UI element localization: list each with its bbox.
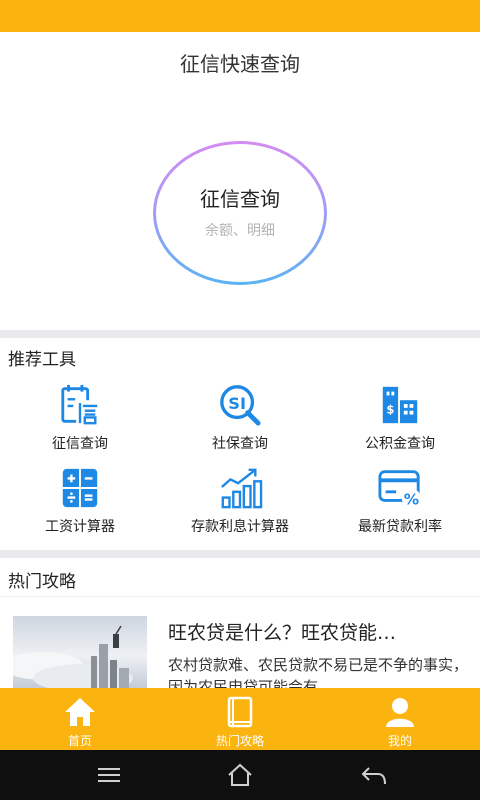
tool-label: 存款利息计算器	[191, 519, 289, 535]
tab-hot-guides[interactable]: 热门攻略	[160, 688, 320, 750]
tool-label: 最新贷款利率	[358, 519, 442, 535]
menu-icon[interactable]	[95, 762, 123, 788]
divider	[0, 596, 480, 597]
tool-salary-calculator[interactable]: 工资计算器	[0, 466, 160, 536]
guides-section: 热门攻略 旺农贷是什么？旺农贷能… 农村贷款难、农民贷款不易已是不争的事实，因为…	[0, 558, 480, 688]
hero-section: 征信查询 余额、明细	[0, 92, 480, 330]
credit-query-subtitle: 余额、明细	[205, 222, 275, 239]
svg-text:SI: SI	[228, 394, 246, 413]
section-divider	[0, 330, 480, 338]
book-icon	[227, 696, 253, 728]
article-thumbnail	[13, 616, 147, 688]
section-divider	[0, 550, 480, 558]
tool-label: 征信查询	[52, 436, 108, 452]
tool-deposit-interest-calculator[interactable]: 存款利息计算器	[160, 466, 320, 536]
tool-credit-query[interactable]: 征信查询	[0, 383, 160, 453]
tool-social-security-query[interactable]: SI 社保查询	[160, 383, 320, 453]
tool-label: 社保查询	[212, 436, 268, 452]
article-title: 旺农贷是什么？旺农贷能…	[168, 622, 397, 644]
tools-section-title: 推荐工具	[8, 350, 76, 370]
credit-report-icon	[61, 384, 100, 425]
loan-rate-card-icon: %	[378, 470, 422, 508]
title-bar: 征信快速查询	[0, 32, 480, 92]
credit-query-title: 征信查询	[200, 186, 280, 211]
tab-mine[interactable]: 我的	[320, 688, 480, 750]
user-icon	[386, 698, 414, 727]
tool-latest-loan-rate[interactable]: % 最新贷款利率	[320, 466, 480, 536]
tool-label: 工资计算器	[45, 519, 115, 535]
back-icon[interactable]	[360, 762, 388, 788]
status-bar	[0, 0, 480, 32]
interest-chart-icon	[221, 468, 263, 509]
social-security-icon: SI	[220, 385, 261, 426]
credit-query-circle-inner: 征信查询 余额、明细	[156, 144, 324, 282]
home-nav-icon[interactable]	[226, 762, 254, 788]
tab-label: 我的	[387, 734, 412, 748]
home-icon	[65, 698, 95, 726]
tab-label: 热门攻略	[215, 734, 264, 748]
tab-home[interactable]: 首页	[0, 688, 160, 750]
tool-label: 公积金查询	[365, 436, 435, 452]
article-description: 农村贷款难、农民贷款不易已是不争的事实，因为农民申贷可能会有	[168, 656, 469, 688]
page-title: 征信快速查询	[180, 51, 300, 76]
bottom-tab-bar: 首页 热门攻略 我的	[0, 688, 480, 750]
tab-label: 首页	[67, 734, 92, 748]
guides-section-title: 热门攻略	[8, 572, 76, 592]
article-item[interactable]: 旺农贷是什么？旺农贷能… 农村贷款难、农民贷款不易已是不争的事实，因为农民申贷可…	[0, 616, 480, 688]
calculator-icon	[62, 468, 98, 508]
tools-section: 推荐工具 征信查询 SI 社保查询 $ 公积金查询 工资计算器 存款利息计算器 …	[0, 338, 480, 550]
tool-housing-fund-query[interactable]: $ 公积金查询	[320, 383, 480, 453]
svg-text:%: %	[404, 490, 419, 508]
housing-fund-icon: $	[382, 386, 418, 424]
credit-query-circle-button[interactable]: 征信查询 余额、明细	[153, 141, 327, 285]
svg-text:$: $	[386, 403, 394, 417]
system-navigation-bar	[0, 750, 480, 800]
